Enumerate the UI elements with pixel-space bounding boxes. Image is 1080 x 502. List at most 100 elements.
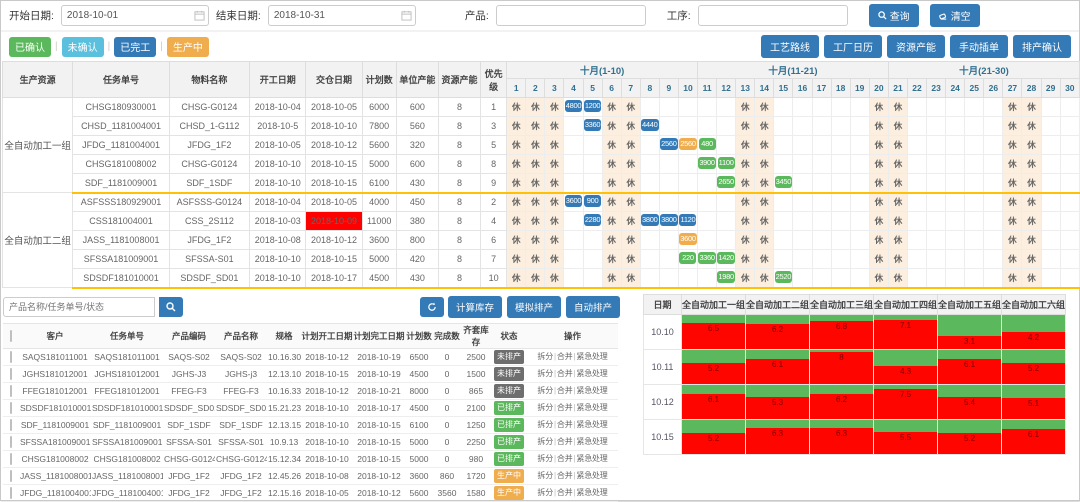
calendar-icon[interactable] bbox=[401, 10, 412, 21]
load-cell[interactable]: 6.2 bbox=[746, 314, 810, 349]
gantt-qty-badge[interactable]: 1420 bbox=[717, 252, 735, 264]
row-action-link[interactable]: 拆分 bbox=[537, 437, 553, 446]
load-cell[interactable]: 7.1 bbox=[874, 314, 938, 349]
orders-action-button[interactable]: 模拟排产 bbox=[507, 296, 561, 318]
row-action-link[interactable]: 拆分 bbox=[537, 352, 553, 361]
gantt-qty-badge[interactable]: 3600 bbox=[565, 195, 583, 207]
row-checkbox-cell[interactable] bbox=[3, 467, 19, 484]
calendar-icon[interactable] bbox=[194, 10, 205, 21]
load-cell[interactable]: 6.1 bbox=[938, 349, 1002, 384]
row-checkbox-cell[interactable] bbox=[3, 484, 19, 501]
load-cell[interactable]: 5.5 bbox=[874, 419, 938, 454]
row-action-link[interactable]: 紧急处理 bbox=[576, 352, 607, 361]
load-cell[interactable]: 3.1 bbox=[938, 314, 1002, 349]
process-input[interactable] bbox=[698, 5, 848, 26]
load-cell[interactable]: 6.1 bbox=[746, 349, 810, 384]
row-action-link[interactable]: 拆分 bbox=[537, 471, 553, 480]
gantt-qty-badge[interactable]: 480 bbox=[699, 138, 716, 150]
start-date-input[interactable] bbox=[61, 5, 209, 26]
row-action-link[interactable]: 紧急处理 bbox=[576, 369, 607, 378]
gantt-qty-badge[interactable]: 900 bbox=[584, 195, 601, 207]
load-cell[interactable]: 5.2 bbox=[682, 419, 746, 454]
gantt-qty-badge[interactable]: 2560 bbox=[660, 138, 678, 150]
action-button[interactable]: 资源产能 bbox=[887, 35, 945, 58]
checkbox-icon[interactable] bbox=[10, 436, 12, 448]
row-action-link[interactable]: 合并 bbox=[557, 403, 573, 412]
load-cell[interactable]: 6.8 bbox=[810, 314, 874, 349]
gantt-qty-badge[interactable]: 2280 bbox=[584, 214, 602, 226]
order-row[interactable]: SDSDF181010001SDSDF181010001SDSDF_SD01SD… bbox=[3, 399, 618, 416]
row-action-link[interactable]: 合并 bbox=[557, 420, 573, 429]
gantt-qty-badge[interactable]: 1120 bbox=[679, 214, 696, 226]
load-cell[interactable]: 6.3 bbox=[810, 419, 874, 454]
gantt-qty-badge[interactable]: 3600 bbox=[679, 233, 697, 245]
gantt-qty-badge[interactable]: 3450 bbox=[775, 176, 793, 188]
task-number-cell[interactable]: CHSG180930001 bbox=[73, 98, 169, 117]
gantt-qty-badge[interactable]: 1980 bbox=[717, 271, 735, 283]
legend-tag[interactable]: 未确认 bbox=[62, 37, 104, 57]
gantt-qty-badge[interactable]: 3800 bbox=[641, 214, 659, 226]
order-row[interactable]: CHSG181008002CHSG181008002CHSG-G0124CHSG… bbox=[3, 450, 618, 467]
clear-button[interactable]: 清空 bbox=[930, 4, 980, 27]
end-date-input[interactable] bbox=[268, 5, 416, 26]
orders-search-button[interactable] bbox=[159, 297, 183, 317]
row-action-link[interactable]: 紧急处理 bbox=[576, 386, 607, 395]
gantt-qty-badge[interactable]: 220 bbox=[679, 252, 696, 264]
row-action-link[interactable]: 合并 bbox=[557, 488, 573, 497]
row-action-link[interactable]: 合并 bbox=[557, 352, 573, 361]
task-number-cell[interactable]: SDSDF181010001 bbox=[73, 269, 169, 288]
order-row[interactable]: JGHS181012001JGHS181012001JGHS-J3JGHS-j3… bbox=[3, 365, 618, 382]
task-number-cell[interactable]: CHSD_1181004001 bbox=[73, 117, 169, 136]
task-number-cell[interactable]: SDF_1181009001 bbox=[73, 174, 169, 193]
gantt-qty-badge[interactable]: 2650 bbox=[717, 176, 735, 188]
load-cell[interactable]: 5.4 bbox=[938, 384, 1002, 419]
row-checkbox-cell[interactable] bbox=[3, 382, 19, 399]
checkbox-icon[interactable] bbox=[10, 351, 12, 363]
legend-tag[interactable]: 已完工 bbox=[114, 37, 156, 57]
row-action-link[interactable]: 紧急处理 bbox=[576, 471, 607, 480]
row-action-link[interactable]: 紧急处理 bbox=[576, 403, 607, 412]
checkbox-icon[interactable] bbox=[10, 453, 12, 465]
row-action-link[interactable]: 拆分 bbox=[537, 386, 553, 395]
gantt-qty-badge[interactable]: 1100 bbox=[718, 157, 735, 169]
legend-tag[interactable]: 生产中 bbox=[167, 37, 209, 57]
row-checkbox-cell[interactable] bbox=[3, 416, 19, 433]
row-action-link[interactable]: 拆分 bbox=[537, 369, 553, 378]
gantt-qty-badge[interactable]: 3360 bbox=[698, 252, 716, 264]
checkbox-icon[interactable] bbox=[10, 402, 12, 414]
load-cell[interactable]: 6.1 bbox=[1002, 419, 1066, 454]
row-action-link[interactable]: 拆分 bbox=[537, 403, 553, 412]
row-action-link[interactable]: 合并 bbox=[557, 454, 573, 463]
row-action-link[interactable]: 合并 bbox=[557, 369, 573, 378]
row-action-link[interactable]: 合并 bbox=[557, 471, 573, 480]
task-number-cell[interactable]: JASS_1181008001 bbox=[73, 231, 169, 250]
task-number-cell[interactable]: SFSSA181009001 bbox=[73, 250, 169, 269]
orders-search-input[interactable] bbox=[3, 297, 155, 317]
order-row[interactable]: SDF_1181009001SDF_1181009001SDF_1SDFSDF_… bbox=[3, 416, 618, 433]
load-cell[interactable]: 5.2 bbox=[682, 349, 746, 384]
row-action-link[interactable]: 紧急处理 bbox=[576, 420, 607, 429]
row-checkbox-cell[interactable] bbox=[3, 399, 19, 416]
action-button[interactable]: 工厂日历 bbox=[824, 35, 882, 58]
gantt-qty-badge[interactable]: 2560 bbox=[679, 138, 697, 150]
load-cell[interactable]: 5.1 bbox=[1002, 384, 1066, 419]
product-input[interactable] bbox=[496, 5, 646, 26]
row-action-link[interactable]: 合并 bbox=[557, 386, 573, 395]
gantt-qty-badge[interactable]: 3360 bbox=[584, 119, 602, 131]
gantt-qty-badge[interactable]: 1200 bbox=[584, 100, 602, 112]
row-action-link[interactable]: 拆分 bbox=[537, 454, 553, 463]
checkbox-icon[interactable] bbox=[10, 385, 12, 397]
gantt-qty-badge[interactable]: 3900 bbox=[698, 157, 716, 169]
action-button[interactable]: 工艺路线 bbox=[761, 35, 819, 58]
orders-action-button[interactable]: 自动排产 bbox=[566, 296, 620, 318]
action-button[interactable]: 手动插单 bbox=[950, 35, 1008, 58]
order-row[interactable]: JASS_1181008001JASS_1181008001JFDG_1F2JF… bbox=[3, 467, 618, 484]
load-cell[interactable]: 6.2 bbox=[810, 384, 874, 419]
load-cell[interactable]: 7.5 bbox=[874, 384, 938, 419]
load-cell[interactable]: 5.2 bbox=[938, 419, 1002, 454]
load-cell[interactable]: 5.3 bbox=[746, 384, 810, 419]
gantt-qty-badge[interactable]: 3800 bbox=[660, 214, 678, 226]
row-checkbox-cell[interactable] bbox=[3, 433, 19, 450]
order-row[interactable]: SAQS181011001SAQS181011001SAQS-S02SAQS-S… bbox=[3, 348, 618, 365]
row-checkbox-cell[interactable] bbox=[3, 450, 19, 467]
